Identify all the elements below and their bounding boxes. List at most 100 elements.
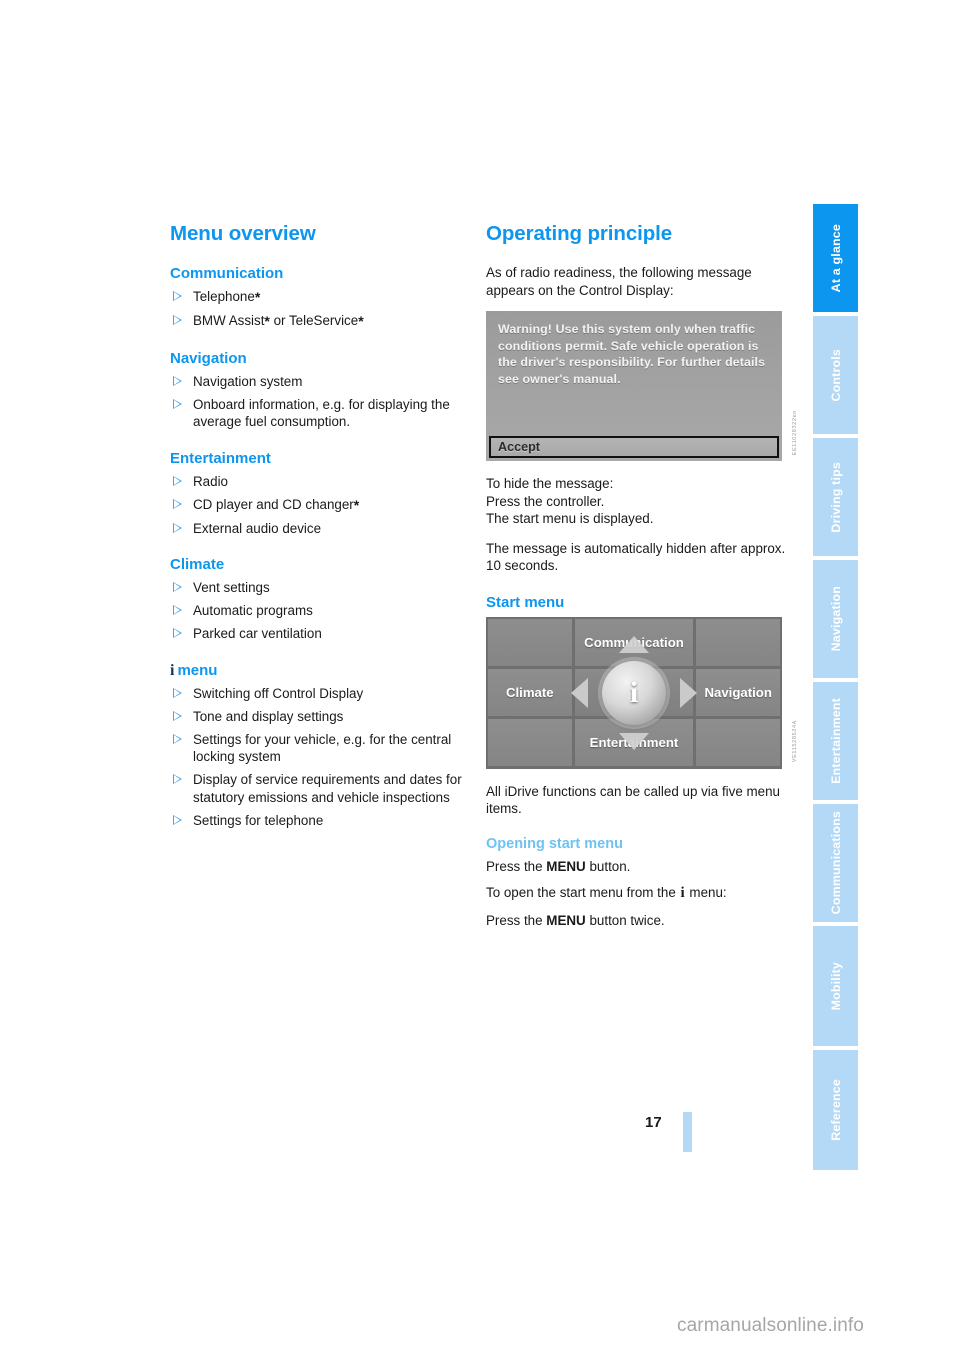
start-menu-cell-empty-tr [696,618,780,666]
list-item: Onboard information, e.g. for displaying… [170,396,470,431]
figure-start-menu: Communication Climate Navigation Enterta… [486,616,798,769]
tab-entertainment[interactable]: Entertainment [813,682,858,800]
list-item: Telephone* [170,288,470,307]
section-list-communication: Telephone* BMW Assist* or TeleService* [170,288,470,331]
list-item: Settings for telephone [170,812,470,830]
control-display-warning-text: Warning! Use this system only when traff… [498,322,766,386]
opening-step-3-pre: Press the [486,912,547,928]
menu-button-label: MENU [546,912,586,928]
left-column: Menu overview Communication Telephone* B… [170,222,470,835]
list-item: Switching off Control Display [170,685,470,703]
tab-navigation[interactable]: Navigation [813,560,858,678]
list-item-label: Radio [193,473,228,489]
tab-communications[interactable]: Communications [813,804,858,922]
list-item: Tone and display settings [170,708,470,726]
triangle-bullet-inner-icon [174,583,181,592]
right-column: Operating principle As of radio readines… [486,222,798,930]
triangle-bullet-inner-icon [174,316,181,325]
list-item-label: Display of service requirements and date… [193,772,462,805]
start-menu-cell-empty-bl [488,719,572,767]
section-list-entertainment: Radio CD player and CD changer* External… [170,473,470,538]
start-menu-heading: Start menu [486,593,565,611]
start-menu-item-entertainment[interactable]: Entertainment [574,719,694,767]
tab-mobility[interactable]: Mobility [813,926,858,1046]
menu-button-label: MENU [546,858,586,874]
opening-step-3: Press the MENU button twice. [486,912,786,930]
triangle-bullet-inner-icon [174,711,181,720]
list-item-label: Navigation system [193,373,303,389]
figure-control-display-warning: Warning! Use this system only when traff… [486,311,798,461]
list-item-label: CD player and CD changer* [193,496,360,513]
start-menu-screen: Communication Climate Navigation Enterta… [486,616,782,769]
list-item-label: Automatic programs [193,603,313,618]
tab-controls[interactable]: Controls [813,316,858,434]
list-item-label: Switching off Control Display [193,685,364,701]
triangle-bullet-inner-icon [174,523,181,532]
triangle-bullet-inner-icon [174,606,181,615]
tab-label: At a glance [828,223,843,293]
triangle-bullet-inner-icon [174,499,181,508]
figure-code: VE11528524A [792,720,798,763]
triangle-bullet-inner-icon [174,399,181,408]
opening-step-2-post: menu: [685,885,727,900]
triangle-bullet-inner-icon [174,629,181,638]
auto-hide-text: The message is automatically hidden afte… [486,540,786,574]
tab-label: Mobility [828,961,843,1011]
triangle-bullet-inner-icon [174,688,181,697]
triangle-bullet-inner-icon [174,734,181,743]
opening-start-menu-heading: Opening start menu [486,835,623,852]
triangle-bullet-inner-icon [174,476,181,485]
start-menu-caption: All iDrive functions can be called up vi… [486,783,780,817]
list-item-label: Telephone* [193,289,261,305]
accept-button[interactable]: Accept [489,436,779,458]
triangle-bullet-inner-icon [174,815,181,824]
list-item: Automatic programs [170,602,470,620]
section-heading-climate: Climate [170,556,225,573]
watermark: carmanualsonline.info [677,1315,864,1336]
opening-step-2-pre: To open the start menu from the [486,885,680,900]
list-item-label: Tone and display settings [193,708,344,724]
section-heading-i-menu-label: menu [177,661,218,679]
page-title: Menu overview [170,222,316,245]
tab-label: Driving tips [828,461,843,533]
list-item: BMW Assist* or TeleService* [170,312,470,331]
start-menu-item-climate[interactable]: Climate [488,668,572,717]
list-item: External audio device [170,520,470,538]
list-item: Radio [170,473,470,491]
section-heading-entertainment: Entertainment [170,449,271,467]
page-number: 17 [645,1114,662,1131]
list-item-label: Settings for telephone [193,812,324,828]
tab-reference[interactable]: Reference [813,1050,858,1170]
list-item: CD player and CD changer* [170,496,470,515]
start-menu-cell-empty-tl [488,618,572,666]
start-menu-item-communication[interactable]: Communication [574,618,694,666]
list-item-label: Parked car ventilation [193,626,322,641]
tab-driving-tips[interactable]: Driving tips [813,438,858,556]
triangle-bullet-inner-icon [174,292,181,301]
start-menu-cell-empty-br [696,719,780,767]
section-heading-communication: Communication [170,265,284,282]
page-number-bar [683,1112,692,1152]
section-heading-i-menu: i menu [170,661,470,680]
operating-principle-intro: As of radio readiness, the following mes… [486,265,752,298]
operating-principle-title: Operating principle [486,222,673,245]
hide-message-text: To hide the message: Press the controlle… [486,476,654,526]
list-item-label: Onboard information, e.g. for displaying… [193,396,450,430]
list-item: Vent settings [170,579,470,597]
list-item-label: BMW Assist* or TeleService* [193,313,364,329]
list-item-label: Settings for your vehicle, e.g. for the … [193,731,452,765]
list-item: Display of service requirements and date… [170,771,470,806]
opening-step-1-pre: Press the [486,858,547,874]
tab-at-a-glance[interactable]: At a glance [813,204,858,312]
opening-step-1: Press the MENU button. [486,858,786,876]
list-item: Parked car ventilation [170,625,470,643]
triangle-bullet-inner-icon [174,775,181,784]
list-item: Settings for your vehicle, e.g. for the … [170,731,470,766]
start-menu-item-navigation[interactable]: Navigation [696,668,780,717]
section-heading-navigation: Navigation [170,349,247,367]
section-list-navigation: Navigation system Onboard information, e… [170,373,470,431]
tab-label: Communications [828,811,843,915]
manual-page: Menu overview Communication Telephone* B… [0,0,960,1358]
opening-step-1-post: button. [585,858,631,874]
list-item: Navigation system [170,373,470,391]
